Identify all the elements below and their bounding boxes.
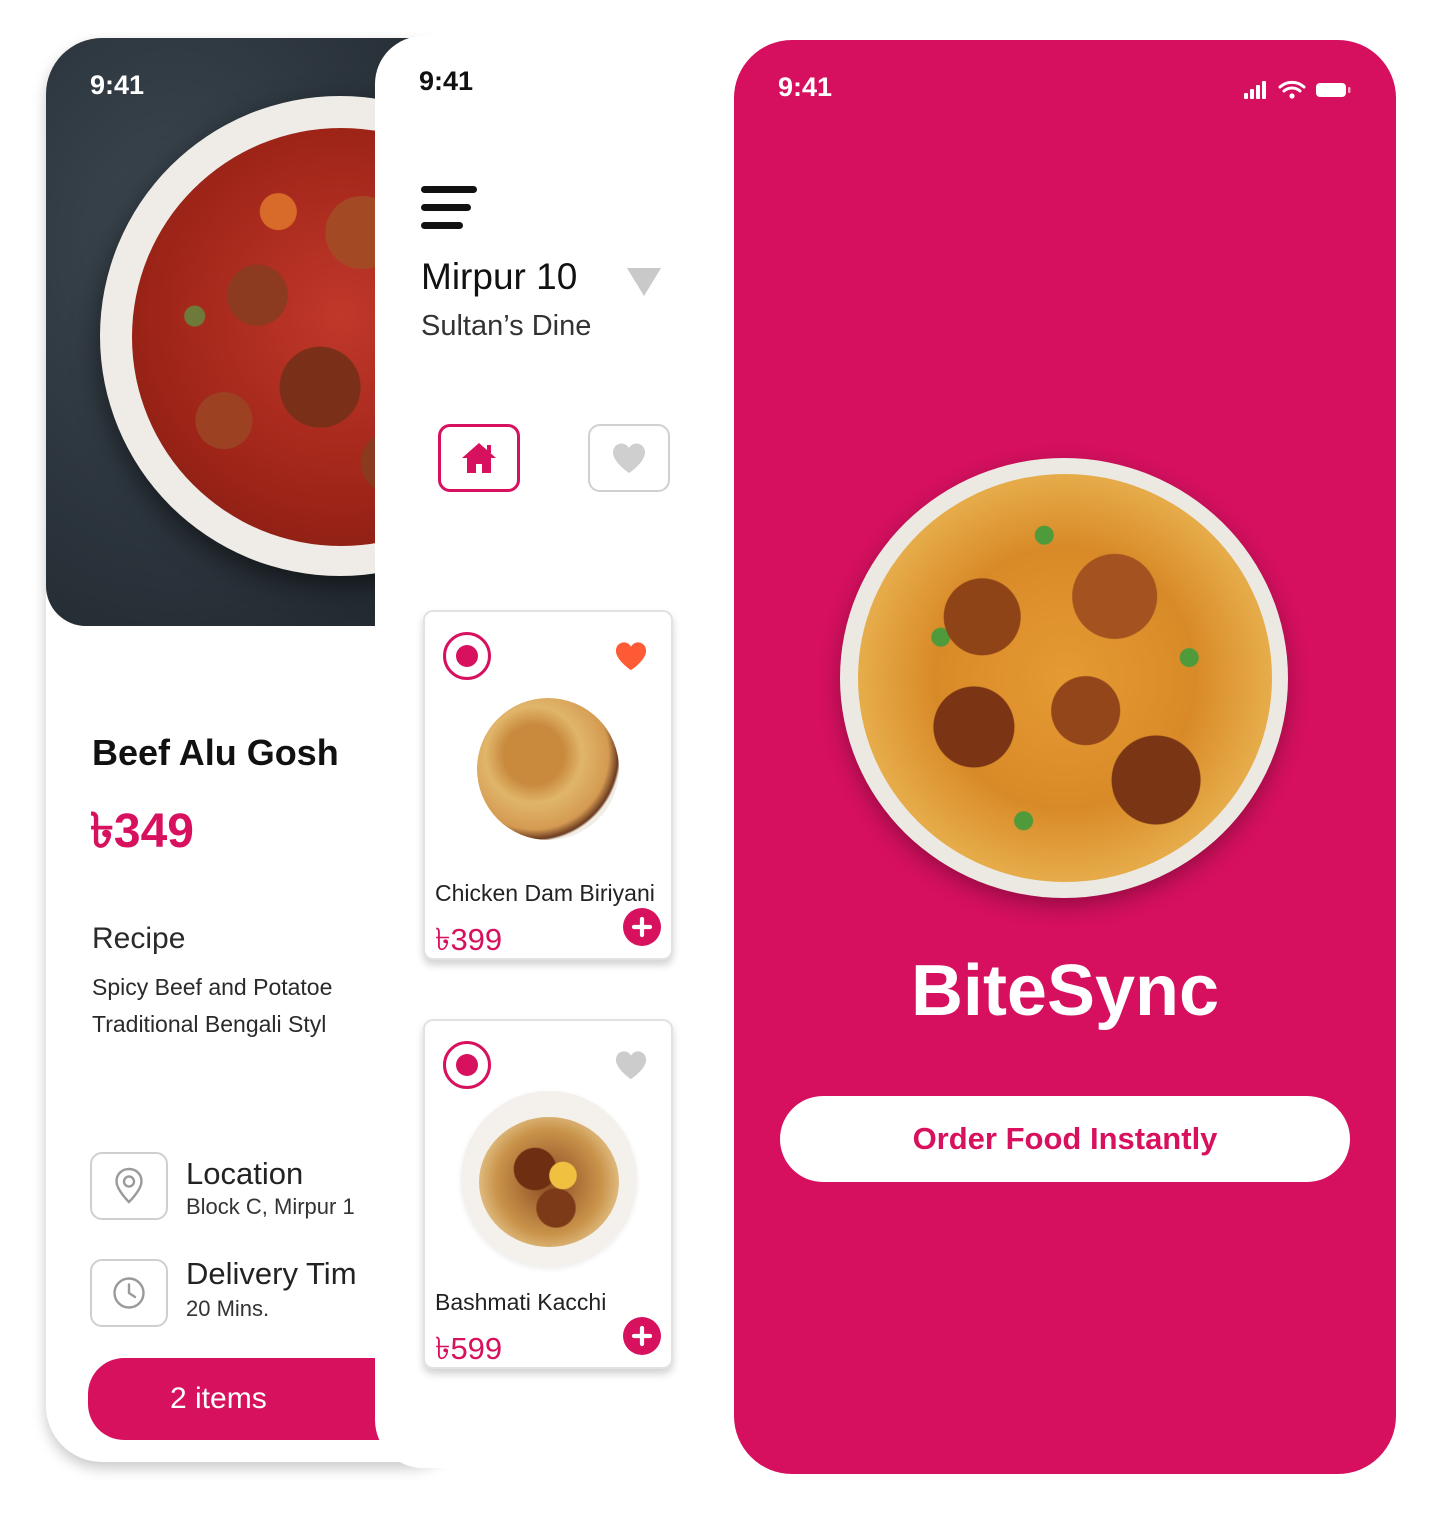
wifi-icon xyxy=(1278,80,1306,99)
select-radio[interactable] xyxy=(443,632,491,680)
tab-home[interactable] xyxy=(438,424,520,492)
app-logo-text: BiteSync xyxy=(910,951,1220,1031)
heart-icon xyxy=(613,443,645,473)
splash-screen: 9:41 BiteSync Order Food Instantly xyxy=(734,40,1396,1474)
battery-icon xyxy=(1316,83,1351,97)
add-to-cart-button[interactable] xyxy=(623,908,661,946)
location-title: Mirpur 10 xyxy=(421,256,578,297)
order-food-button[interactable]: Order Food Instantly xyxy=(780,1096,1350,1182)
restaurant-name: Sultan’s Dine xyxy=(421,310,592,342)
select-radio[interactable] xyxy=(443,1041,491,1089)
food-name: Bashmati Kacchi xyxy=(435,1289,607,1315)
delivery-time-value: 20 Mins. xyxy=(186,1296,270,1321)
dish-image xyxy=(477,698,619,840)
plus-icon xyxy=(631,1325,653,1347)
biryani-graphic xyxy=(858,474,1272,882)
food-card[interactable]: Chicken Dam Biriyani ৳399 xyxy=(423,610,673,960)
signal-icon xyxy=(1244,81,1266,99)
food-card[interactable]: Bashmati Kacchi ৳599 xyxy=(423,1019,673,1369)
dish-title: Beef Alu Gosh xyxy=(92,732,339,773)
location-pin-icon xyxy=(115,1167,143,1204)
food-price: ৳399 xyxy=(435,922,503,957)
menu-screen: 9:41 Mirpur 10 Sultan’s Dine Chicken Dam… xyxy=(375,36,705,1468)
location-label: Location xyxy=(186,1156,304,1191)
add-to-cart-button[interactable] xyxy=(623,1317,661,1355)
recipe-description-line: Traditional Bengali Styl xyxy=(92,1011,327,1037)
delivery-icon-box[interactable] xyxy=(90,1259,168,1327)
favorite-heart-icon[interactable] xyxy=(613,1049,649,1086)
food-price: ৳599 xyxy=(435,1331,503,1366)
location-value: Block C, Mirpur 1 xyxy=(186,1194,355,1219)
status-time: 9:41 xyxy=(90,70,145,100)
plus-icon xyxy=(631,916,653,938)
chevron-down-icon[interactable] xyxy=(627,268,661,296)
status-time: 9:41 xyxy=(419,66,474,96)
home-icon xyxy=(462,443,496,473)
delivery-time-label: Delivery Tim xyxy=(186,1256,357,1291)
food-name: Chicken Dam Biriyani xyxy=(435,880,655,906)
clock-icon xyxy=(113,1277,145,1309)
favorite-heart-icon[interactable] xyxy=(613,640,649,677)
recipe-heading: Recipe xyxy=(92,922,186,955)
dish-price: ৳349 xyxy=(90,805,194,858)
status-time: 9:41 xyxy=(778,72,833,102)
location-icon-box[interactable] xyxy=(90,1152,168,1220)
recipe-description-line: Spicy Beef and Potatoe xyxy=(92,974,333,1000)
tab-favorites[interactable] xyxy=(588,424,670,492)
hamburger-menu-icon[interactable] xyxy=(421,186,477,230)
dish-image xyxy=(461,1091,637,1267)
status-icons xyxy=(1244,80,1351,99)
